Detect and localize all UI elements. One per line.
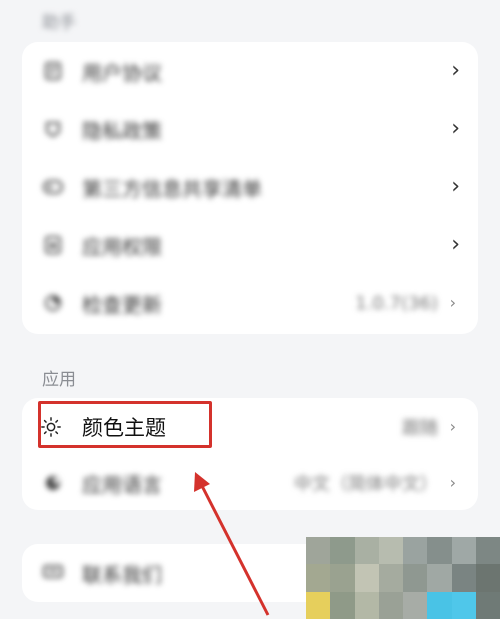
chevron-right-icon: › [449,473,456,492]
row-label: 应用权限 [82,234,162,259]
pixelated-overlay [306,537,500,619]
row-privacy-policy[interactable]: 隐私政策 › [22,100,478,158]
chevron-right-icon: › [451,116,460,141]
row-third-party-list[interactable]: 第三方信息共享清单 › [22,158,478,216]
row-app-language[interactable]: 应用语言 中文（简体中文） › [22,456,478,510]
privacy-icon [42,118,64,140]
chevron-right-icon: › [451,58,460,83]
theme-value: 跟随 [402,418,438,439]
chevron-right-icon: › [451,174,460,199]
annotation-highlight-box [38,401,212,448]
row-label: 联系我们 [82,562,162,587]
row-label: 第三方信息共享清单 [82,176,262,201]
settings-card-about: 用户协议 › 隐私政策 › 第三方信息共享清单 › 应用权限 › 检查更新 1.… [22,42,478,334]
chevron-right-icon: › [449,417,456,436]
version-value: 1.0.7(36) [355,292,438,314]
language-value: 中文（简体中文） [294,474,438,495]
document-icon [42,60,64,82]
chevron-right-icon: › [451,232,460,257]
language-icon [42,472,64,494]
row-label: 用户协议 [82,60,162,85]
row-label: 检查更新 [82,292,162,317]
row-app-permissions[interactable]: 应用权限 › [22,216,478,274]
row-user-agreement[interactable]: 用户协议 › [22,42,478,100]
share-list-icon [42,176,64,198]
permission-icon [42,234,64,256]
chevron-right-icon: › [449,293,456,312]
row-check-update[interactable]: 检查更新 1.0.7(36) › [22,274,478,332]
row-label: 隐私政策 [82,118,162,143]
section-label-assistant: 助手 [42,13,76,33]
row-label: 应用语言 [82,472,162,497]
section-label-app: 应用 [42,370,76,390]
update-icon [42,292,64,314]
feedback-icon [42,562,64,584]
